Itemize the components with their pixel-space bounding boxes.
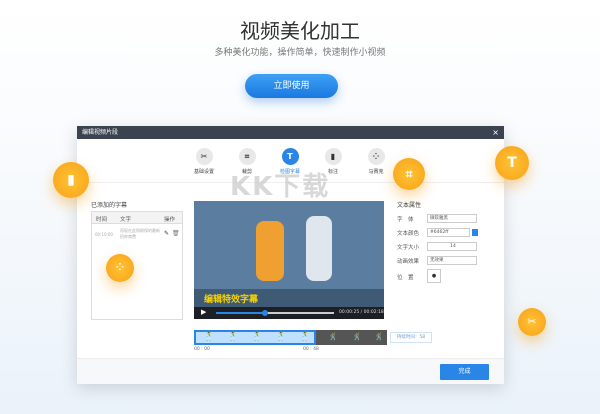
- position-label: 位 置: [397, 275, 414, 281]
- row-time: 00:10:00: [95, 232, 113, 237]
- crop-icon: ⌗: [238, 148, 256, 165]
- edit-video-dialog: 编辑视频片段 × ✂ 基础设置 ⌗ 裁剪 T 检图字幕 ▮ 标注 ⁘ 马赛克 已添加的字幕…: [77, 126, 504, 384]
- tool-basic-settings[interactable]: ✂ 基础设置: [184, 148, 224, 175]
- edit-icon[interactable]: ✎: [164, 230, 169, 237]
- dancer-figure: [306, 216, 332, 281]
- duration-badge: 持续时间：58: [390, 332, 432, 343]
- color-label: 文本颜色: [397, 231, 420, 237]
- size-label: 文字大小: [397, 245, 420, 251]
- table-header: 时间 文字 操作: [92, 212, 182, 224]
- anim-label: 动画效果: [397, 259, 420, 265]
- hero-subtitle: 多种美化功能，操作简单，快速制作小视频: [214, 48, 386, 58]
- timeline-start: 00 : 00: [194, 347, 210, 352]
- seek-bar[interactable]: [216, 310, 334, 316]
- video-preview[interactable]: 编辑特效字幕 ▶ 00:00:25 / 00:02:18: [194, 201, 384, 319]
- col-actions: 操作: [164, 217, 176, 223]
- seek-handle[interactable]: [262, 310, 268, 316]
- seek-fill: [216, 312, 264, 314]
- bookmark-icon: ▮: [324, 148, 342, 165]
- timeline-mark: 00 : 48: [303, 347, 319, 352]
- tool-label: 基础设置: [193, 169, 214, 175]
- bookmark-icon: ▮: [53, 162, 89, 198]
- dialog-title-bar: 编辑视频片段 ×: [77, 126, 504, 139]
- mosaic-icon: ⁘: [367, 148, 385, 165]
- text-icon: T: [281, 148, 299, 165]
- tool-mosaic[interactable]: ⁘ 马赛克: [356, 148, 396, 175]
- subtitles-table: 时间 文字 操作 00:10:00 而现在此照刷保的最新招库商费 ✎ 🗑: [91, 211, 183, 320]
- subtitles-heading: 已添加的字幕: [91, 202, 128, 209]
- player-controls: ▶ 00:00:25 / 00:02:18: [194, 307, 384, 319]
- anim-select[interactable]: 无效果: [427, 256, 477, 265]
- tool-label: 马赛克: [368, 169, 384, 175]
- video-caption[interactable]: 编辑特效字幕: [204, 292, 258, 305]
- timeline-strip[interactable]: 🕺 🕺 🕺 🕺 🕺 🕺 🕺 🕺: [194, 330, 387, 345]
- video-time: 00:00:25 / 00:02:18: [339, 310, 384, 315]
- hero-title: 视频美化加工: [240, 19, 360, 43]
- color-input[interactable]: #6462ff: [427, 228, 470, 237]
- text-icon: T: [495, 146, 529, 180]
- play-icon[interactable]: ▶: [201, 308, 206, 316]
- row-text: 而现在此照刷保的最新招库商费: [120, 228, 160, 239]
- font-label: 字 体: [397, 217, 414, 223]
- crop-icon: ⌗: [393, 158, 425, 190]
- done-button[interactable]: 完成: [440, 364, 489, 380]
- close-icon[interactable]: ×: [492, 126, 499, 139]
- mosaic-icon: ⁘: [106, 254, 134, 282]
- scissors-icon: ✂: [195, 148, 213, 165]
- dialog-title: 编辑视频片段: [82, 129, 119, 136]
- delete-icon[interactable]: 🗑: [172, 230, 180, 237]
- scissors-icon: ✂: [518, 308, 546, 336]
- watermark: KK下载: [230, 172, 331, 202]
- position-picker[interactable]: ●: [427, 269, 441, 283]
- col-time: 时间: [96, 217, 108, 223]
- col-text: 文字: [120, 217, 132, 223]
- use-now-button[interactable]: 立即使用: [245, 74, 338, 98]
- props-heading: 文本属性: [397, 202, 422, 209]
- font-select[interactable]: 微软雅黑: [427, 214, 477, 223]
- size-stepper[interactable]: 14: [427, 242, 477, 251]
- dancer-figure: [256, 221, 284, 281]
- table-row[interactable]: 00:10:00 而现在此照刷保的最新招库商费 ✎ 🗑: [92, 226, 182, 244]
- color-swatch[interactable]: [472, 229, 478, 236]
